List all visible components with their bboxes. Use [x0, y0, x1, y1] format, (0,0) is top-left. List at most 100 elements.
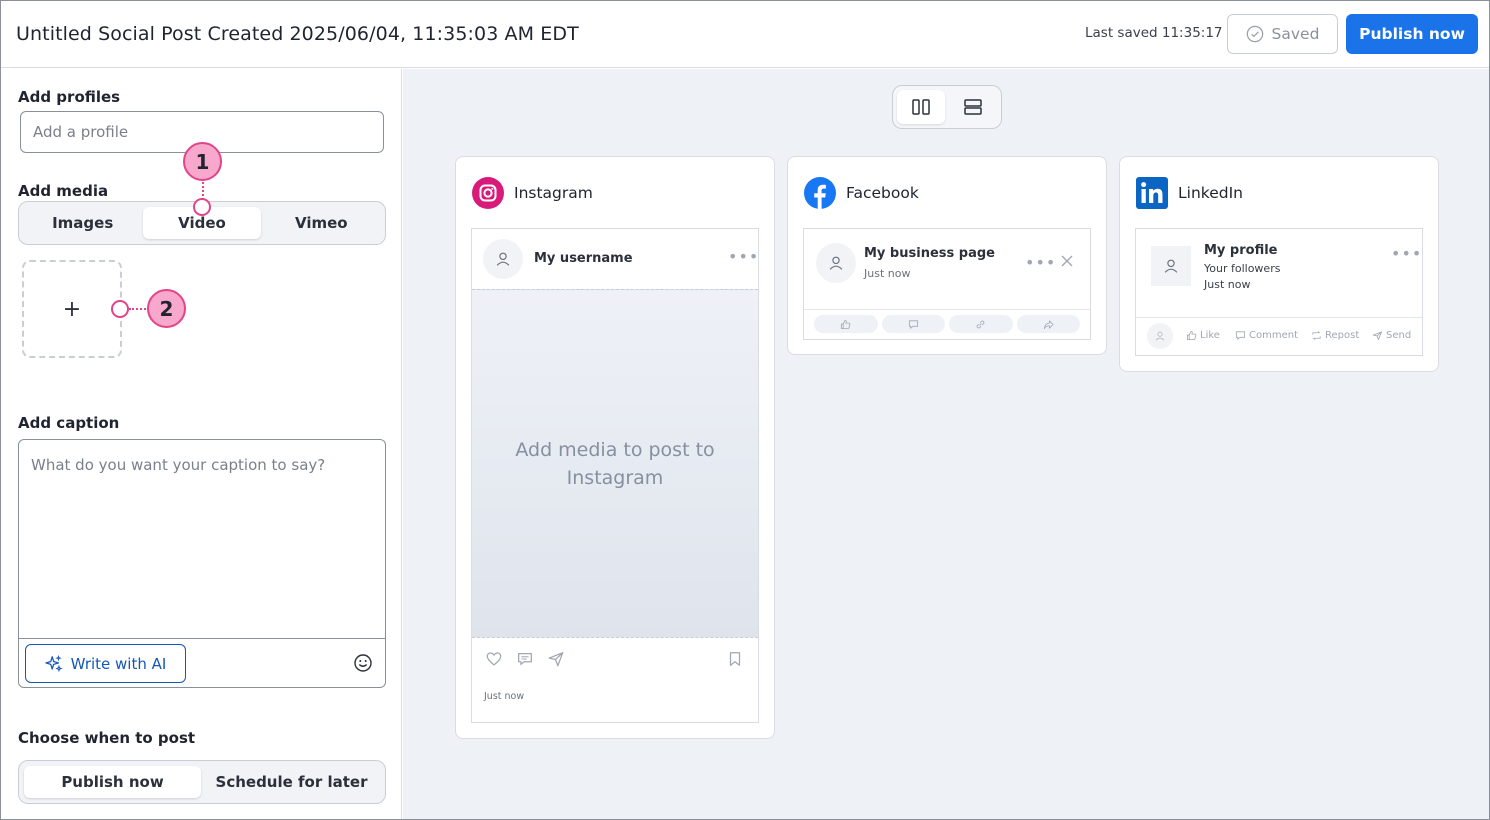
caption-editor: Write with AI	[18, 439, 386, 688]
send-icon	[548, 652, 564, 667]
tab-publish-now[interactable]: Publish now	[24, 766, 201, 798]
send-action[interactable]: Send	[1372, 330, 1411, 341]
layout-toggle	[892, 85, 1002, 129]
annotation-badge-2: 2	[147, 289, 186, 328]
linkedin-preview-card: LinkedIn My profile Your followers Just …	[1119, 156, 1439, 372]
like-label: Like	[1200, 330, 1220, 341]
tab-images[interactable]: Images	[24, 207, 141, 239]
link-icon	[976, 320, 985, 328]
avatar	[1147, 323, 1173, 349]
comment-label: Comment	[1249, 330, 1298, 341]
more-options-icon[interactable]: •••	[728, 247, 759, 266]
repost-label: Repost	[1325, 330, 1360, 341]
linkedin-profile-name: My profile	[1204, 243, 1278, 258]
send-icon	[1372, 331, 1383, 341]
share-action[interactable]	[1016, 315, 1080, 333]
linkedin-post-preview: My profile Your followers Just now ••• L…	[1135, 228, 1423, 356]
user-icon	[829, 256, 843, 270]
instagram-icon	[472, 177, 504, 209]
user-icon	[1164, 259, 1178, 273]
write-with-ai-button[interactable]: Write with AI	[25, 644, 186, 683]
linkedin-name: LinkedIn	[1178, 184, 1243, 202]
avatar	[1151, 246, 1191, 286]
columns-icon	[912, 99, 930, 115]
repost-icon	[1312, 331, 1321, 340]
instagram-username: My username	[534, 251, 633, 266]
instagram-media-placeholder-text: Add media to post to Instagram	[515, 438, 715, 489]
linkedin-header: LinkedIn	[1136, 177, 1243, 209]
comment-icon	[518, 652, 532, 666]
heart-icon	[486, 652, 502, 666]
instagram-preview-card: Instagram My username ••• Add media to p…	[455, 156, 775, 739]
facebook-timestamp: Just now	[864, 267, 911, 280]
close-icon[interactable]	[1060, 254, 1074, 268]
post-timing-tabs: Publish now Schedule for later	[18, 760, 386, 804]
repost-action[interactable]: Repost	[1311, 330, 1359, 341]
instagram-media-placeholder: Add media to post to Instagram	[472, 289, 758, 638]
caption-toolbar: Write with AI	[19, 638, 385, 687]
user-icon	[496, 252, 510, 266]
facebook-icon	[804, 177, 836, 209]
preview-area: Instagram My username ••• Add media to p…	[403, 69, 1489, 819]
comment-action[interactable]: Comment	[1235, 330, 1298, 341]
facebook-page-name: My business page	[864, 246, 995, 261]
comment-action[interactable]	[881, 315, 945, 333]
instagram-header: Instagram	[472, 177, 593, 209]
thumbs-up-icon	[1186, 330, 1197, 341]
saved-label: Saved	[1271, 25, 1320, 43]
linkedin-followers: Your followers	[1204, 262, 1281, 275]
add-media-label: Add media	[18, 182, 109, 200]
link-action[interactable]	[949, 315, 1013, 333]
emoji-icon[interactable]	[353, 653, 373, 673]
instagram-timestamp: Just now	[484, 691, 525, 702]
caption-input[interactable]	[19, 440, 385, 638]
avatar	[483, 239, 523, 279]
share-icon	[1043, 319, 1054, 329]
like-action[interactable]	[814, 315, 878, 333]
linkedin-icon	[1136, 177, 1168, 209]
choose-when-label: Choose when to post	[18, 729, 196, 747]
add-profiles-label: Add profiles	[18, 88, 121, 106]
comment-icon	[1235, 331, 1246, 341]
like-action[interactable]: Like	[1186, 330, 1220, 341]
instagram-name: Instagram	[514, 184, 593, 202]
instagram-post-preview: My username ••• Add media to post to Ins…	[471, 228, 759, 723]
annotation-connector	[129, 308, 149, 310]
annotation-badge-1: 1	[183, 142, 222, 181]
facebook-name: Facebook	[846, 184, 919, 202]
publish-now-button[interactable]: Publish now	[1346, 14, 1478, 54]
post-title[interactable]: Untitled Social Post Created 2025/06/04,…	[16, 23, 579, 45]
top-bar: Untitled Social Post Created 2025/06/04,…	[1, 1, 1489, 68]
tab-schedule-for-later[interactable]: Schedule for later	[203, 766, 380, 798]
tab-vimeo[interactable]: Vimeo	[263, 207, 380, 239]
plus-icon: +	[62, 296, 82, 322]
avatar	[816, 243, 856, 283]
annotation-dot	[111, 300, 129, 318]
sparkle-icon	[44, 654, 63, 672]
facebook-post-preview: My business page Just now •••	[803, 228, 1091, 340]
bookmark-icon	[729, 652, 741, 666]
send-label: Send	[1386, 330, 1412, 341]
user-icon	[1155, 331, 1165, 341]
more-options-icon[interactable]: •••	[1025, 253, 1056, 272]
check-circle-icon	[1246, 25, 1263, 43]
add-caption-label: Add caption	[18, 414, 120, 432]
facebook-header: Facebook	[804, 177, 919, 209]
saved-button[interactable]: Saved	[1227, 14, 1338, 54]
facebook-preview-card: Facebook My business page Just now •••	[787, 156, 1107, 355]
write-with-ai-label: Write with AI	[70, 654, 167, 673]
linkedin-timestamp: Just now	[1204, 278, 1251, 291]
columns-view-button[interactable]	[897, 90, 945, 124]
facebook-actions	[814, 315, 1080, 333]
thumbs-up-icon	[841, 319, 851, 329]
add-media-button[interactable]: +	[22, 260, 122, 358]
rows-view-button[interactable]	[949, 90, 997, 124]
divider	[1136, 317, 1422, 318]
more-options-icon[interactable]: •••	[1391, 244, 1422, 263]
divider	[804, 309, 1090, 310]
app-window: Untitled Social Post Created 2025/06/04,…	[0, 0, 1490, 820]
last-saved-text: Last saved 11:35:17	[1085, 25, 1223, 41]
rows-icon	[964, 99, 982, 115]
annotation-dot	[193, 198, 211, 216]
comment-icon	[908, 319, 918, 329]
